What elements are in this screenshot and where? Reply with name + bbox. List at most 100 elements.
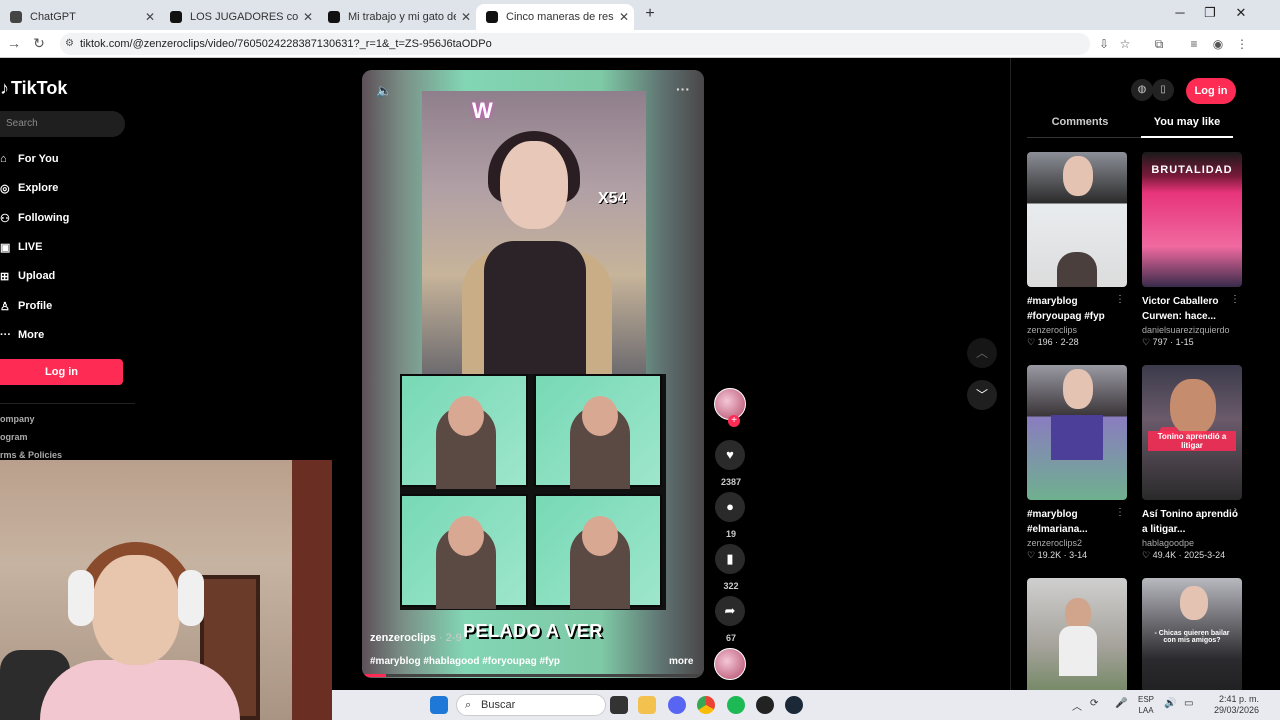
card-author: zenzeroclips bbox=[1027, 325, 1078, 335]
window-close-icon[interactable]: ✕ bbox=[1231, 5, 1251, 21]
close-icon[interactable]: ✕ bbox=[614, 10, 634, 24]
author-avatar[interactable]: + bbox=[714, 388, 746, 427]
upload-icon: ⊞ bbox=[0, 270, 10, 283]
obs-icon[interactable] bbox=[756, 696, 774, 714]
card-author: hablagoodpe bbox=[1142, 538, 1195, 548]
windows-start-icon[interactable] bbox=[430, 696, 448, 714]
install-app-icon[interactable]: ⇩ bbox=[1096, 36, 1112, 52]
url-text: tiktok.com/@zenzeroclips/video/760502422… bbox=[80, 38, 492, 50]
thumbnail-caption: BRUTALIDAD bbox=[1151, 164, 1233, 176]
profile-icon: ♙ bbox=[0, 300, 10, 313]
language-line-2: LAA bbox=[1138, 706, 1154, 715]
browser-tab-bar: ChatGPT ✕ LOS JUGADORES con MÁS RAN ✕ Mi… bbox=[0, 0, 1280, 30]
taskbar-search-input[interactable]: ⌕ Buscar bbox=[456, 694, 606, 716]
bookmark-star-icon[interactable]: ☆ bbox=[1117, 36, 1133, 52]
speaker-icon[interactable]: 🔊 bbox=[1164, 698, 1176, 709]
browser-tab-cinco-maneras[interactable]: Cinco maneras de resolver disc ✕ bbox=[476, 4, 634, 30]
browser-menu-icon[interactable]: ⋮ bbox=[1234, 36, 1250, 52]
sidebar-item-more[interactable]: ··· More bbox=[0, 324, 44, 346]
battery-icon[interactable]: ▭ bbox=[1184, 698, 1193, 709]
sidebar-item-following[interactable]: ⚇ Following bbox=[0, 207, 69, 229]
browser-tab-gato[interactable]: Mi trabajo y mi gato de TikTok ✕ bbox=[318, 4, 476, 30]
video-lower-grid bbox=[400, 374, 666, 610]
chrome-icon[interactable] bbox=[697, 696, 715, 714]
device-icon[interactable]: ▯ bbox=[1152, 79, 1174, 101]
video-more-link[interactable]: more bbox=[669, 656, 693, 667]
language-indicator[interactable]: ESP LAA bbox=[1138, 694, 1154, 716]
suggested-video-card[interactable]: #maryblog #foryoupag #fyp zenzeroclips ♡… bbox=[1027, 152, 1127, 348]
reload-icon[interactable]: ↻ bbox=[29, 35, 49, 52]
footer-link-program[interactable]: ogram bbox=[0, 432, 28, 442]
forward-arrow-icon[interactable]: → bbox=[4, 35, 24, 51]
microphone-icon[interactable]: 🎤 bbox=[1115, 698, 1127, 709]
media-controls-icon[interactable]: ≡ bbox=[1186, 36, 1202, 52]
footer-link-terms[interactable]: rms & Policies bbox=[0, 450, 62, 460]
video-progress-bar[interactable] bbox=[362, 674, 704, 677]
video-hashtags[interactable]: #maryblog #hablagood #foryoupag #fyp bbox=[370, 656, 560, 667]
sidebar-item-label: Explore bbox=[18, 182, 59, 194]
discord-icon[interactable] bbox=[668, 696, 686, 714]
steam-icon[interactable] bbox=[785, 696, 803, 714]
webcam-overlay bbox=[0, 460, 332, 720]
video-progress-fill bbox=[362, 674, 386, 677]
account-icon[interactable]: ◉ bbox=[1210, 36, 1226, 52]
sidebar-login-button[interactable]: Log in bbox=[0, 359, 123, 385]
card-more-options-icon[interactable]: ⋮ bbox=[1230, 294, 1240, 305]
file-explorer-icon[interactable] bbox=[638, 696, 656, 714]
new-tab-plus-icon[interactable]: + bbox=[640, 5, 660, 23]
card-more-options-icon[interactable]: ⋮ bbox=[1115, 294, 1125, 305]
previous-video-chevron-up-icon[interactable]: ︿ bbox=[967, 338, 997, 368]
comment-icon[interactable]: ● bbox=[715, 492, 745, 522]
header-login-button[interactable]: Log in bbox=[1186, 78, 1236, 104]
share-count: 67 bbox=[725, 633, 736, 643]
url-field[interactable]: ⚙ tiktok.com/@zenzeroclips/video/7605024… bbox=[60, 33, 1090, 55]
sync-icon[interactable]: ⟳ bbox=[1090, 698, 1098, 709]
sidebar-item-for-you[interactable]: ⌂ For You bbox=[0, 148, 59, 170]
browser-tab-jugadores[interactable]: LOS JUGADORES con MÁS RAN ✕ bbox=[160, 4, 318, 30]
tab-you-may-like[interactable]: You may like bbox=[1141, 116, 1233, 128]
close-icon[interactable]: ✕ bbox=[140, 10, 160, 24]
sidebar-item-profile[interactable]: ♙ Profile bbox=[0, 295, 52, 317]
card-stats: ♡ 797 · 1-15 bbox=[1142, 337, 1194, 347]
logo-text: TikTok bbox=[11, 78, 68, 98]
following-icon: ⚇ bbox=[0, 212, 10, 225]
show-hidden-icons-chevron-icon[interactable]: ︿ bbox=[1072, 698, 1082, 713]
tiktok-logo[interactable]: ♪ TikTok bbox=[0, 78, 67, 99]
share-arrow-icon[interactable]: ➦ bbox=[715, 596, 745, 626]
thumbnail-caption: Tonino aprendió a litigar bbox=[1148, 431, 1236, 451]
extensions-icon[interactable]: ⧉ bbox=[1151, 36, 1167, 52]
video-player[interactable]: W X54 PELADO A VER 🔈 ··· zenzeroclips · … bbox=[362, 70, 704, 678]
footer-link-company[interactable]: ompany bbox=[0, 414, 35, 424]
video-username: zenzeroclips bbox=[370, 632, 437, 644]
music-disc-avatar[interactable] bbox=[714, 648, 746, 680]
minimize-icon[interactable]: ─ bbox=[1170, 5, 1190, 20]
bookmark-icon[interactable]: ▮ bbox=[715, 544, 745, 574]
card-more-options-icon[interactable]: ⋮ bbox=[1230, 507, 1240, 518]
tab-comments[interactable]: Comments bbox=[1027, 116, 1133, 128]
compass-toolbar-icon[interactable]: ◍ bbox=[1131, 79, 1153, 101]
video-more-options-icon[interactable]: ··· bbox=[676, 81, 690, 97]
close-icon[interactable]: ✕ bbox=[456, 10, 476, 24]
task-view-icon[interactable] bbox=[610, 696, 628, 714]
next-video-chevron-down-icon[interactable]: ﹀ bbox=[967, 380, 997, 410]
volume-icon[interactable]: 🔈 bbox=[376, 83, 392, 99]
sidebar-item-upload[interactable]: ⊞ Upload bbox=[0, 265, 55, 287]
sidebar-item-explore[interactable]: ◎ Explore bbox=[0, 177, 58, 199]
search-input[interactable]: Search bbox=[0, 111, 125, 137]
video-thumbnail bbox=[1027, 152, 1127, 287]
video-author[interactable]: zenzeroclips · 2-9 bbox=[370, 632, 462, 644]
follow-plus-icon[interactable]: + bbox=[728, 415, 740, 427]
restore-icon[interactable]: ❐ bbox=[1200, 5, 1220, 21]
card-author: danielsuarezizquierdo bbox=[1142, 325, 1230, 335]
system-clock[interactable]: 2:41 p. m. 29/03/2026 bbox=[1214, 694, 1259, 716]
suggested-video-card[interactable]: BRUTALIDAD Victor Caballero Curwen: hace… bbox=[1142, 152, 1242, 348]
card-more-options-icon[interactable]: ⋮ bbox=[1115, 507, 1125, 518]
close-icon[interactable]: ✕ bbox=[298, 10, 318, 24]
suggested-video-card[interactable]: #maryblog #elmariana... zenzeroclips2 ♡ … bbox=[1027, 365, 1127, 561]
like-heart-icon[interactable]: ♥ bbox=[715, 440, 745, 470]
browser-tab-chatgpt[interactable]: ChatGPT ✕ bbox=[0, 4, 160, 30]
spotify-icon[interactable] bbox=[727, 696, 745, 714]
site-info-icon[interactable]: ⚙ bbox=[65, 33, 74, 55]
suggested-video-card[interactable]: Tonino aprendió a litigar Así Tonino apr… bbox=[1142, 365, 1242, 561]
sidebar-item-live[interactable]: ▣ LIVE bbox=[0, 236, 42, 258]
